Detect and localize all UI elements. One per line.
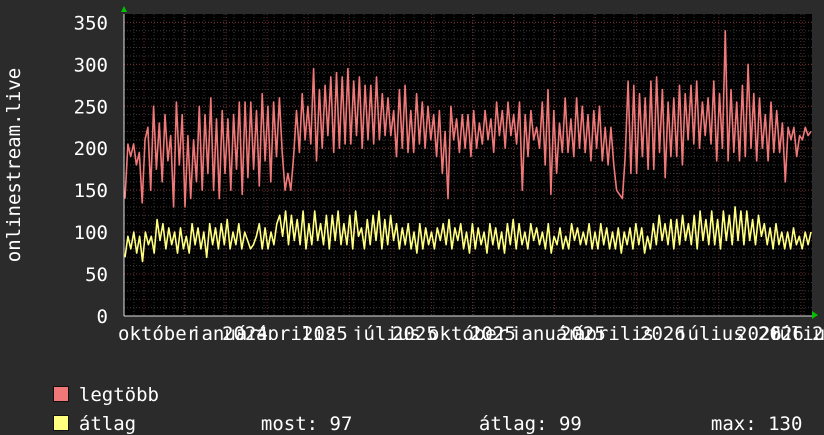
stat-current-label: most: xyxy=(260,413,319,435)
legend-swatch-avg xyxy=(52,415,69,431)
y-tick-label: 250 xyxy=(74,96,108,118)
y-tick-label: 350 xyxy=(74,12,108,34)
stat-max: max: 130 xyxy=(688,391,803,435)
stat-current: most: 97 xyxy=(238,391,353,435)
x-ticks: októberjanuár2024április2025 július2025ok… xyxy=(118,323,824,340)
x-tick-label: október xyxy=(118,323,198,340)
stat-average-value: 99 xyxy=(558,413,582,435)
x-tick-label: 2025 xyxy=(302,323,348,340)
x-tick-label: 2025 xyxy=(470,323,516,340)
x-axis-arrow xyxy=(812,311,818,319)
x-tick-label: július xyxy=(676,323,745,340)
stat-average: átlag: 99 xyxy=(456,391,582,435)
y-tick-label: 0 xyxy=(97,306,108,328)
y-tick-label: 100 xyxy=(74,222,108,244)
stat-max-label: max: xyxy=(710,413,757,435)
stat-current-value: 97 xyxy=(329,413,353,435)
chart: 050100150200250300350 októberjanuár2024á… xyxy=(3,6,824,340)
y-tick-label: 200 xyxy=(74,138,108,160)
legend-item-avg: átlag xyxy=(30,391,136,435)
plot-area xyxy=(124,14,812,316)
stat-average-label: átlag: xyxy=(478,413,548,435)
legend-label-avg: átlag xyxy=(78,413,137,435)
y-ticks: 0 50 100 150 200 250 300 350 xyxy=(74,12,108,328)
y-tick-label: 50 xyxy=(85,264,108,286)
stat-max-value: 130 xyxy=(768,413,803,435)
y-tick-label: 300 xyxy=(74,54,108,76)
x-tick-label: 2 xyxy=(812,323,823,340)
y-tick-label: 150 xyxy=(74,180,108,202)
y-axis-arrow xyxy=(121,6,127,12)
y-axis-label: onlinestream.live xyxy=(3,68,25,262)
